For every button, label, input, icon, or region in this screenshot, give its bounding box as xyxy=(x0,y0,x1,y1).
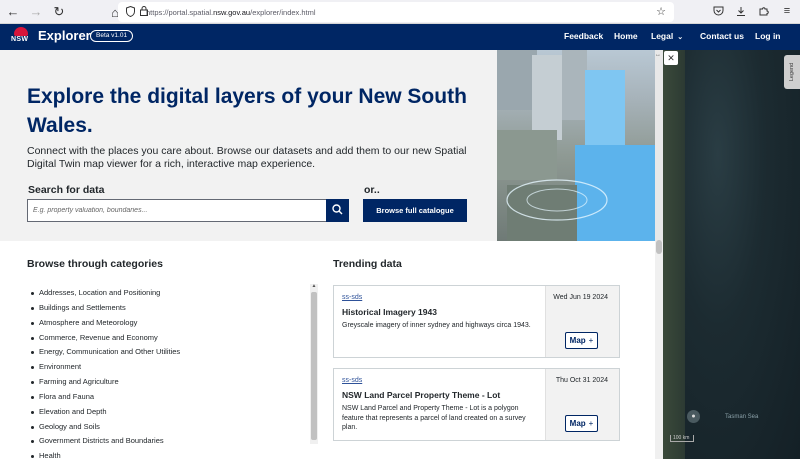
category-item[interactable]: Commerce, Revenue and Economy xyxy=(30,331,300,346)
nav-home[interactable]: Home xyxy=(614,31,638,41)
network-rings xyxy=(506,179,608,221)
add-to-map-button[interactable]: Map + xyxy=(565,415,598,432)
bookmark-star-icon[interactable]: ☆ xyxy=(656,5,666,18)
browser-extensions: ≡ xyxy=(711,3,794,19)
card-date: Thu Oct 31 2024 xyxy=(555,377,608,384)
extensions-icon[interactable] xyxy=(757,3,771,19)
waratah-icon xyxy=(14,27,28,36)
category-item[interactable]: Flora and Fauna xyxy=(30,390,300,405)
categories-heading: Browse through categories xyxy=(27,258,163,270)
back-icon[interactable]: ← xyxy=(3,2,23,22)
page-scrollbar[interactable] xyxy=(655,241,663,459)
pocket-icon[interactable] xyxy=(711,3,725,19)
search-input[interactable] xyxy=(27,199,327,222)
category-item[interactable]: Elevation and Depth xyxy=(30,405,300,420)
nav-legal-label: Legal xyxy=(651,31,674,41)
card-title[interactable]: NSW Land Parcel Property Theme - Lot xyxy=(342,390,500,400)
coastline-land xyxy=(663,24,685,459)
category-item[interactable]: Environment xyxy=(30,360,300,375)
search-label: Search for data xyxy=(28,184,105,196)
map-button-label: Map xyxy=(569,419,586,428)
sea-label: Tasman Sea xyxy=(725,414,759,420)
url-prefix: https://portal.spatial. xyxy=(146,7,214,17)
card-tag[interactable]: ss-sds xyxy=(342,294,362,301)
card-title[interactable]: Historical Imagery 1943 xyxy=(342,307,437,317)
scroll-up-icon[interactable]: ▲ xyxy=(310,283,318,289)
url-suffix: /explorer/index.html xyxy=(250,7,316,17)
logo-text: NSW xyxy=(11,36,29,43)
trending-card: ss-sds Historical Imagery 1943 Greyscale… xyxy=(333,285,620,358)
category-item[interactable]: Geology and Soils xyxy=(30,420,300,435)
chevron-down-icon: ⌄ xyxy=(677,34,684,41)
nav-feedback[interactable]: Feedback xyxy=(564,31,603,41)
reload-icon[interactable]: ↻ xyxy=(49,2,69,22)
category-item[interactable]: Buildings and Settlements xyxy=(30,301,300,316)
nav-contact[interactable]: Contact us xyxy=(700,31,744,41)
expand-icon[interactable]: ↔ xyxy=(655,52,661,58)
legend-tab[interactable]: Legend xyxy=(784,55,800,89)
forward-icon[interactable]: → xyxy=(26,2,46,22)
hero-city-image xyxy=(497,50,655,241)
category-item[interactable]: Atmosphere and Meteorology xyxy=(30,316,300,331)
plus-icon: + xyxy=(588,419,594,428)
brand-title[interactable]: Explorer xyxy=(38,28,91,43)
menu-icon[interactable]: ≡ xyxy=(780,3,794,19)
map-viewer[interactable] xyxy=(663,24,800,459)
trending-card: ss-sds NSW Land Parcel Property Theme - … xyxy=(333,368,620,441)
card-description: Greyscale imagery of inner sydney and hi… xyxy=(342,322,531,329)
url-text: https://portal.spatial.nsw.gov.au/explor… xyxy=(146,8,316,17)
nsw-logo[interactable]: NSW xyxy=(11,27,31,47)
close-icon[interactable]: ✕ xyxy=(664,51,678,65)
category-item[interactable]: Energy, Communication and Other Utilitie… xyxy=(30,345,300,360)
scale-bar: 100 km xyxy=(670,435,694,442)
legend-tab-label: Legend xyxy=(789,62,796,82)
url-domain: nsw.gov.au xyxy=(213,7,251,17)
map-button-label: Map xyxy=(569,336,586,345)
nav-login[interactable]: Log in xyxy=(755,31,781,41)
trending-heading: Trending data xyxy=(333,258,402,270)
card-date: Wed Jun 19 2024 xyxy=(553,294,608,301)
or-label: or.. xyxy=(364,184,380,196)
category-item[interactable]: Farming and Agriculture xyxy=(30,375,300,390)
shield-icon xyxy=(126,5,135,19)
categories-list: Addresses, Location and Positioning Buil… xyxy=(30,286,300,459)
plus-icon: + xyxy=(588,336,594,345)
search-button[interactable] xyxy=(326,199,349,222)
map-divider[interactable] xyxy=(655,50,663,241)
search-icon xyxy=(332,202,343,220)
category-item[interactable]: Health xyxy=(30,449,300,459)
site-header: NSW Explorer Beta v1.01 Feedback Home xyxy=(0,24,663,50)
nav-legal[interactable]: Legal ⌄ xyxy=(651,31,683,41)
category-item[interactable]: Government Districts and Boundaries xyxy=(30,434,300,449)
download-icon[interactable] xyxy=(734,3,748,19)
page-title: Explore the digital layers of your New S… xyxy=(27,85,467,137)
page-scrollbar-thumb[interactable] xyxy=(656,240,662,254)
lock-icon xyxy=(140,6,148,18)
add-to-map-button[interactable]: Map + xyxy=(565,332,598,349)
card-tag[interactable]: ss-sds xyxy=(342,377,362,384)
address-bar[interactable]: https://portal.spatial.nsw.gov.au/explor… xyxy=(118,2,674,22)
category-item[interactable]: Addresses, Location and Positioning xyxy=(30,286,300,301)
hero-description: Connect with the places you care about. … xyxy=(27,145,467,170)
header-extension: Contact us Log in xyxy=(663,24,800,50)
browse-catalogue-button[interactable]: Browse full catalogue xyxy=(363,199,467,222)
categories-scrollbar-thumb[interactable] xyxy=(311,292,317,440)
card-description: NSW Land Parcel and Property Theme - Lot… xyxy=(342,405,526,432)
compass-icon[interactable]: ● xyxy=(687,410,700,423)
beta-badge: Beta v1.01 xyxy=(90,30,134,42)
